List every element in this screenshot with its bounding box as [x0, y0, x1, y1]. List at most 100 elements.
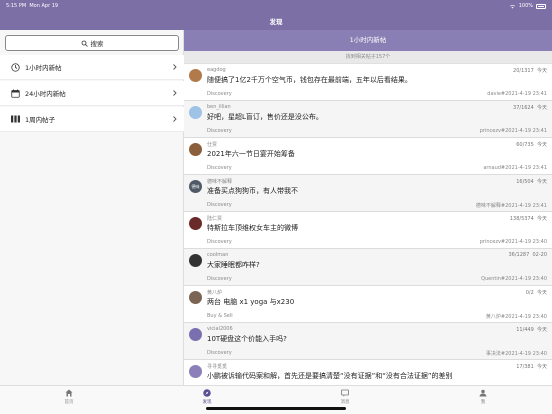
result-count: 找到相关帖子157个	[184, 51, 552, 64]
chevron-right-icon	[173, 64, 177, 70]
compass-icon	[203, 389, 211, 397]
avatar[interactable]	[189, 106, 202, 119]
post-stats: 60/735 今天	[516, 142, 547, 148]
avatar[interactable]	[189, 69, 202, 82]
columns-icon	[9, 115, 21, 123]
post-author[interactable]: eagdog	[207, 67, 226, 73]
avatar[interactable]	[189, 143, 202, 156]
post-stats: 17/381 今天	[516, 364, 547, 370]
chevron-right-icon	[173, 90, 177, 96]
nav-bar: 发现	[0, 11, 552, 30]
detail-title: 1小时内新帖	[184, 30, 552, 51]
post-row[interactable]: eagdog 20/1317 今天随便搞了1亿2千万个空气币，钱包存在最前端，五年…	[184, 64, 552, 101]
post-author[interactable]: coolman	[207, 252, 228, 258]
battery-icon	[536, 3, 546, 9]
post-row[interactable]: 陆仁贾 138/5374 今天特斯拉车顶维权女车主的微博 Discovery prin…	[184, 212, 552, 249]
post-node[interactable]: Discovery	[207, 202, 232, 208]
sidebar-item-label: 24小时内新帖	[25, 90, 66, 98]
search-icon	[81, 40, 88, 47]
tab-messages[interactable]: 消息	[315, 389, 375, 405]
post-title[interactable]: 随便搞了1亿2千万个空气币，钱包存在最前端，五年以后看结果。	[207, 75, 412, 85]
post-row[interactable]: 德味 德味不解释 16/504 今天准备买点狗狗币，有人带我不 Discovery 德味…	[184, 175, 552, 212]
post-stats: 36/1287 02-20	[508, 252, 548, 258]
post-node[interactable]: Discovery	[207, 128, 232, 134]
avatar[interactable]	[189, 328, 202, 341]
post-last-reply: davie#2021-4-19 23:41	[487, 91, 547, 97]
avatar[interactable]	[189, 291, 202, 304]
post-title[interactable]: 小鹏被诉输代码案和解，首先还是要搞清楚“没有证据”和“没有合法证据”的差别	[207, 371, 453, 381]
avatar[interactable]	[189, 365, 202, 378]
post-author[interactable]: vicial2006	[207, 326, 233, 332]
message-icon	[341, 389, 349, 397]
tab-home[interactable]: 首页	[39, 389, 99, 405]
post-title[interactable]: 两台 电脑 x1 yoga 与x230	[207, 297, 294, 307]
post-title[interactable]: 2021年六一节日宴开始筹备	[207, 149, 295, 159]
post-author[interactable]: ben_illian	[207, 104, 231, 110]
post-list-pane: 1小时内新帖 找到相关帖子157个 eagdog 20/1317 今天随便搞了1亿…	[184, 30, 552, 385]
avatar[interactable]	[189, 217, 202, 230]
post-stats: 37/1624 今天	[513, 105, 547, 111]
home-indicator	[206, 407, 346, 410]
tab-me[interactable]: 我	[453, 389, 513, 405]
tab-label: 首页	[64, 400, 74, 405]
tab-discover[interactable]: 发现	[177, 389, 237, 405]
sidebar-item-label: 1周内帖子	[25, 116, 56, 124]
post-author[interactable]: 德味不解释	[207, 178, 232, 185]
post-row[interactable]: 仕贾 60/735 今天 2021年六一节日宴开始筹备 Discovery arnaud…	[184, 138, 552, 175]
battery-percent: 100%	[518, 3, 533, 9]
post-last-reply: 事决法#2021-4-19 23:40	[485, 351, 547, 357]
post-row[interactable]: vicial2006 11/449 今天 10T硬盘这个价能入手吗? Discover…	[184, 323, 552, 360]
post-last-reply: arnaud#2021-4-19 23:41	[483, 165, 547, 171]
post-title[interactable]: 准备买点狗狗币，有人带我不	[207, 186, 298, 196]
post-stats: 138/5374 今天	[509, 216, 547, 222]
sidebar: 搜索 1小时内新帖 24小时内新帖 1周内帖子	[0, 30, 184, 385]
post-stats: 20/1317 今天	[513, 68, 547, 74]
post-author[interactable]: 黄八炉	[207, 289, 222, 296]
post-title[interactable]: 10T硬盘这个价能入手吗?	[207, 334, 287, 344]
post-stats: 0/2 今天	[525, 290, 547, 296]
post-author[interactable]: 陆仁贾	[207, 215, 222, 222]
post-title[interactable]: 大家睡眠都咋样?	[207, 260, 260, 270]
sidebar-item-1hour[interactable]: 1小时内新帖	[0, 55, 184, 80]
post-stats: 16/504 今天	[516, 179, 547, 185]
post-node[interactable]: Discovery	[207, 91, 232, 97]
post-title[interactable]: 好吧，星超L盲订，售价还是没公布。	[207, 112, 323, 122]
sidebar-item-24hour[interactable]: 24小时内新帖	[0, 81, 184, 106]
post-last-reply: princezv#2021-4-19 23:40	[479, 239, 547, 245]
post-last-reply: princezv#2021-4-19 23:41	[479, 128, 547, 134]
tab-label: 我	[480, 400, 486, 405]
post-author[interactable]: 寻寻觅觅	[207, 363, 227, 370]
post-row[interactable]: 寻寻觅觅 17/381 今天小鹏被诉输代码案和解，首先还是要搞清楚“没有证据”和“…	[184, 360, 552, 385]
post-row[interactable]: ben_illian 37/1624 今天好吧，星超L盲订，售价还是没公布。 Dis…	[184, 101, 552, 138]
post-node[interactable]: Discovery	[207, 276, 232, 282]
chevron-right-icon	[173, 116, 177, 122]
post-node[interactable]: Discovery	[207, 350, 232, 356]
search-field[interactable]: 搜索	[5, 35, 179, 51]
post-list: eagdog 20/1317 今天随便搞了1亿2千万个空气币，钱包存在最前端，五年…	[184, 64, 552, 385]
calendar-icon	[9, 89, 21, 98]
post-node[interactable]: Discovery	[207, 239, 232, 245]
status-time: 5:15 PM Mon Apr 19	[6, 3, 59, 9]
post-last-reply: 德味不解释#2021-4-19 23:41	[475, 203, 547, 209]
post-node[interactable]: Discovery	[207, 165, 232, 171]
post-row[interactable]: 黄八炉 0/2 今天两台 电脑 x1 yoga 与x230 Buy & Sell 黄八…	[184, 286, 552, 323]
search-label: 搜索	[90, 40, 104, 48]
post-title[interactable]: 特斯拉车顶维权女车主的微博	[207, 223, 298, 233]
tab-label: 发现	[202, 400, 212, 405]
tab-label: 消息	[340, 400, 350, 405]
avatar[interactable]: 德味	[189, 180, 202, 193]
wifi-icon	[509, 4, 515, 8]
post-row[interactable]: coolman 36/1287 02-20 大家睡眠都咋样? Discovery Que…	[184, 249, 552, 286]
clock-icon	[9, 62, 21, 72]
post-last-reply: 黄八炉#2021-4-19 23:40	[485, 314, 547, 320]
sidebar-item-label: 1小时内新帖	[25, 64, 62, 72]
status-bar: 5:15 PM Mon Apr 19 100%	[0, 0, 552, 11]
post-last-reply: Quentin#2021-4-19 23:40	[481, 276, 547, 282]
post-node[interactable]: Buy & Sell	[207, 313, 233, 319]
page-title: 发现	[269, 18, 283, 26]
avatar[interactable]	[189, 254, 202, 267]
status-right: 100%	[509, 3, 546, 9]
sidebar-item-1week[interactable]: 1周内帖子	[0, 107, 184, 132]
post-author[interactable]: 仕贾	[207, 141, 217, 148]
person-icon	[479, 389, 487, 397]
